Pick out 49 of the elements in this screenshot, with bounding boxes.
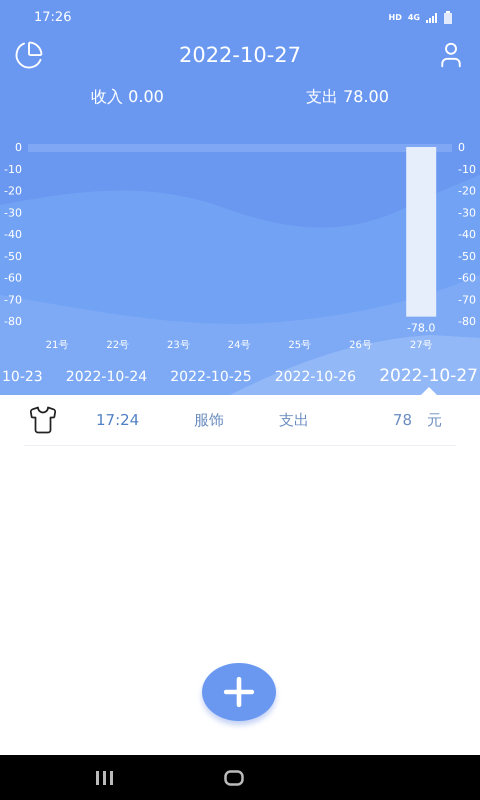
axis-label: -50 [4,250,22,263]
axis-label: 27号 [410,340,433,351]
header-title: 2022-10-27 [178,43,302,67]
axis-label: -30 [458,206,476,220]
add-button[interactable] [202,663,276,721]
date-tab[interactable]: 2022-10-27 [377,366,480,395]
record-type: 支出 [279,410,310,430]
axis-label: -70 [4,293,22,306]
battery-icon [444,11,452,24]
date-tab[interactable]: 2022-10-24 [64,369,150,395]
axis-label: -60 [4,272,22,284]
record-category: 服饰 [194,410,225,430]
value-label: -78.0 [406,322,436,335]
axis-label: -20 [4,184,22,198]
axis-label: -10 [458,162,476,176]
date-tab[interactable]: 10-23 [0,369,45,395]
record-amount: 78 [392,411,412,429]
axis-label: -20 [458,184,476,198]
axis-label: -40 [4,228,22,241]
shirt-icon [28,405,58,435]
axis-label: -10 [4,162,22,176]
axis-label: -60 [458,272,476,284]
axis-label: 26号 [349,340,372,351]
axis-label: -70 [458,293,476,306]
hd-label: HD [388,13,402,22]
axis-label: -40 [458,228,476,241]
network-label: 4G [408,13,420,22]
home-icon[interactable] [224,770,244,786]
date-tab[interactable]: 2022-10-26 [272,369,358,395]
axis-label: -80 [4,315,22,328]
axis-label: 24号 [228,340,250,351]
record-unit: 元 [426,410,442,430]
axis-label: -50 [458,250,476,263]
date-tab[interactable]: 2022-10-25 [168,369,254,395]
axis-label: -80 [458,315,476,328]
axis-label: 0 [15,141,22,154]
income-total: 收入 0.00 [91,87,164,108]
signal-icon [426,12,438,22]
expense-total: 支出 78.00 [306,87,389,108]
axis-label: 23号 [167,340,190,351]
record-time: 17:24 [96,411,140,429]
axis-label: 25号 [288,340,312,351]
axis-label: 0 [458,141,465,154]
pie-chart-icon[interactable] [14,40,44,70]
recent-apps-icon[interactable] [96,770,114,784]
axis-label: 22号 [106,340,130,351]
status-time: 17:26 [34,10,72,25]
axis-label: -30 [4,206,22,220]
axis-label: 21号 [46,340,68,351]
